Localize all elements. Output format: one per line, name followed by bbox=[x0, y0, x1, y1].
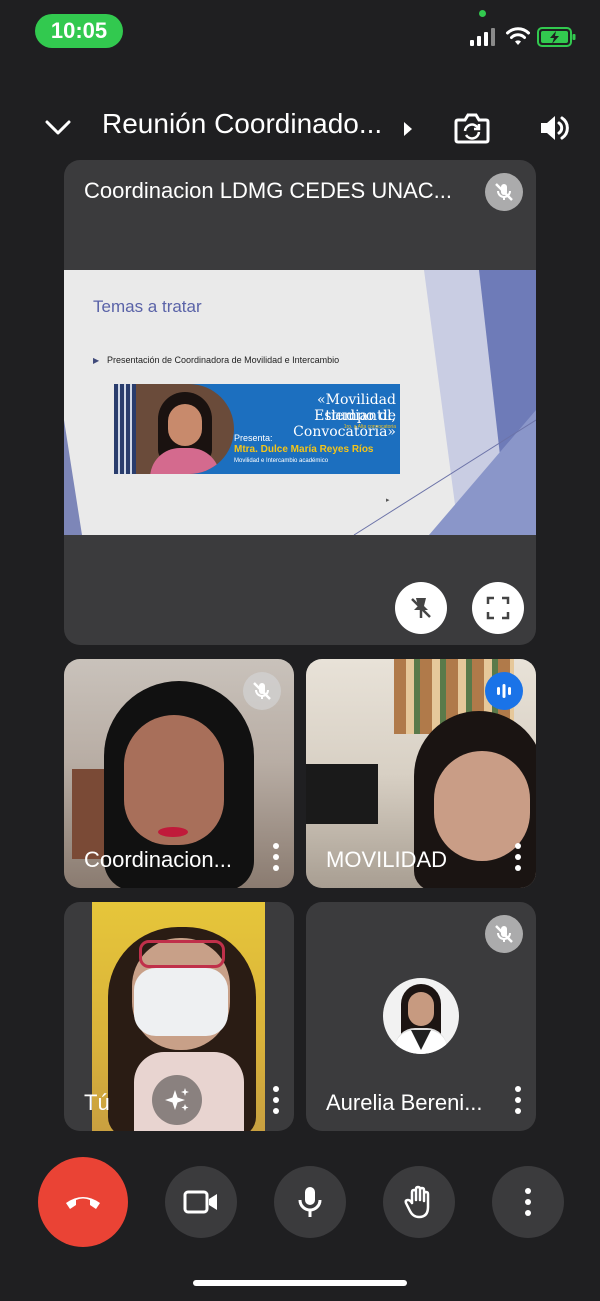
more-options-icon[interactable] bbox=[513, 1085, 523, 1115]
more-options-icon[interactable] bbox=[271, 842, 281, 872]
slide-bullet-text: Presentación de Coordinadora de Movilida… bbox=[107, 355, 340, 365]
more-options-icon[interactable] bbox=[513, 842, 523, 872]
switch-camera-icon[interactable] bbox=[454, 111, 490, 145]
self-name: Tú bbox=[84, 1090, 110, 1115]
fullscreen-icon bbox=[486, 596, 510, 620]
avatar bbox=[383, 978, 459, 1054]
chevron-right-icon[interactable] bbox=[402, 121, 414, 137]
unpin-button[interactable] bbox=[395, 582, 447, 634]
video-lips bbox=[158, 827, 188, 837]
chevron-down-icon[interactable] bbox=[44, 118, 72, 138]
status-time: 10:05 bbox=[35, 14, 123, 48]
shared-slide: Temas a tratar ▶ Presentación de Coordin… bbox=[64, 270, 536, 535]
microphone-icon bbox=[298, 1187, 322, 1217]
presenter-name: Coordinacion LDMG CEDES UNAC... bbox=[84, 178, 453, 203]
participant-tile[interactable]: MOVILIDAD bbox=[306, 659, 536, 888]
more-vert-icon bbox=[525, 1188, 531, 1216]
sparkle-icon bbox=[165, 1088, 189, 1111]
more-options-icon[interactable] bbox=[271, 1085, 281, 1115]
speaker-icon[interactable] bbox=[538, 112, 572, 144]
camera-toggle-button[interactable] bbox=[165, 1166, 237, 1238]
participant-name: Aurelia Bereni... bbox=[326, 1090, 483, 1115]
slide-bullet-marker: ▶ bbox=[93, 356, 100, 365]
audio-level-icon bbox=[497, 684, 511, 698]
banner-name: Mtra. Dulce María Reyes Ríos bbox=[234, 444, 374, 455]
camera-in-use-dot bbox=[479, 10, 486, 17]
participant-tile[interactable]: Coordinacion... bbox=[64, 659, 294, 888]
meeting-title[interactable]: Reunión Coordinado... bbox=[102, 108, 382, 140]
mic-off-icon bbox=[495, 925, 513, 943]
slide-heading: Temas a tratar bbox=[93, 297, 202, 316]
video-mask bbox=[134, 968, 228, 1036]
video-camera-icon bbox=[183, 1190, 217, 1214]
home-indicator[interactable] bbox=[193, 1280, 407, 1286]
fullscreen-button[interactable] bbox=[472, 582, 524, 634]
banner-small: 1ro. a Alta convocatoria bbox=[343, 424, 396, 430]
leave-call-button[interactable] bbox=[38, 1157, 128, 1247]
presentation-tile[interactable]: Coordinacion LDMG CEDES UNAC... Temas a … bbox=[64, 160, 536, 645]
raise-hand-icon bbox=[404, 1185, 430, 1219]
banner-presenter-photo bbox=[136, 384, 234, 474]
slide-cursor-mark: ▸ bbox=[386, 497, 390, 504]
self-tile[interactable]: Tú bbox=[64, 902, 294, 1131]
banner-role: Movilidad e Intercambio académico bbox=[234, 458, 329, 464]
raise-hand-button[interactable] bbox=[383, 1166, 455, 1238]
participant-name: MOVILIDAD bbox=[326, 847, 448, 872]
video-glasses bbox=[139, 940, 225, 968]
participant-name: Coordinacion... bbox=[84, 847, 232, 872]
video-background-monitor bbox=[306, 764, 378, 824]
banner-pattern bbox=[114, 384, 136, 474]
unpin-icon bbox=[411, 598, 431, 618]
mic-off-icon bbox=[253, 682, 271, 700]
battery-charging-icon bbox=[537, 27, 576, 47]
banner-presenta: Presenta: bbox=[234, 433, 273, 443]
mic-toggle-button[interactable] bbox=[274, 1166, 346, 1238]
phone-hangup-icon bbox=[66, 1197, 100, 1209]
muted-badge bbox=[485, 915, 523, 953]
muted-badge bbox=[243, 672, 281, 710]
effects-button[interactable] bbox=[152, 1075, 202, 1125]
participant-tile[interactable]: Aurelia Bereni... bbox=[306, 902, 536, 1131]
muted-badge bbox=[485, 173, 523, 211]
video-face bbox=[124, 715, 224, 845]
slide-banner: «Movilidad Estudiantil, tiempo de Convoc… bbox=[114, 384, 400, 474]
mic-off-icon bbox=[495, 183, 513, 201]
wifi-icon bbox=[506, 27, 530, 45]
speaking-badge bbox=[485, 672, 523, 710]
signal-icon bbox=[470, 28, 495, 46]
more-options-button[interactable] bbox=[492, 1166, 564, 1238]
